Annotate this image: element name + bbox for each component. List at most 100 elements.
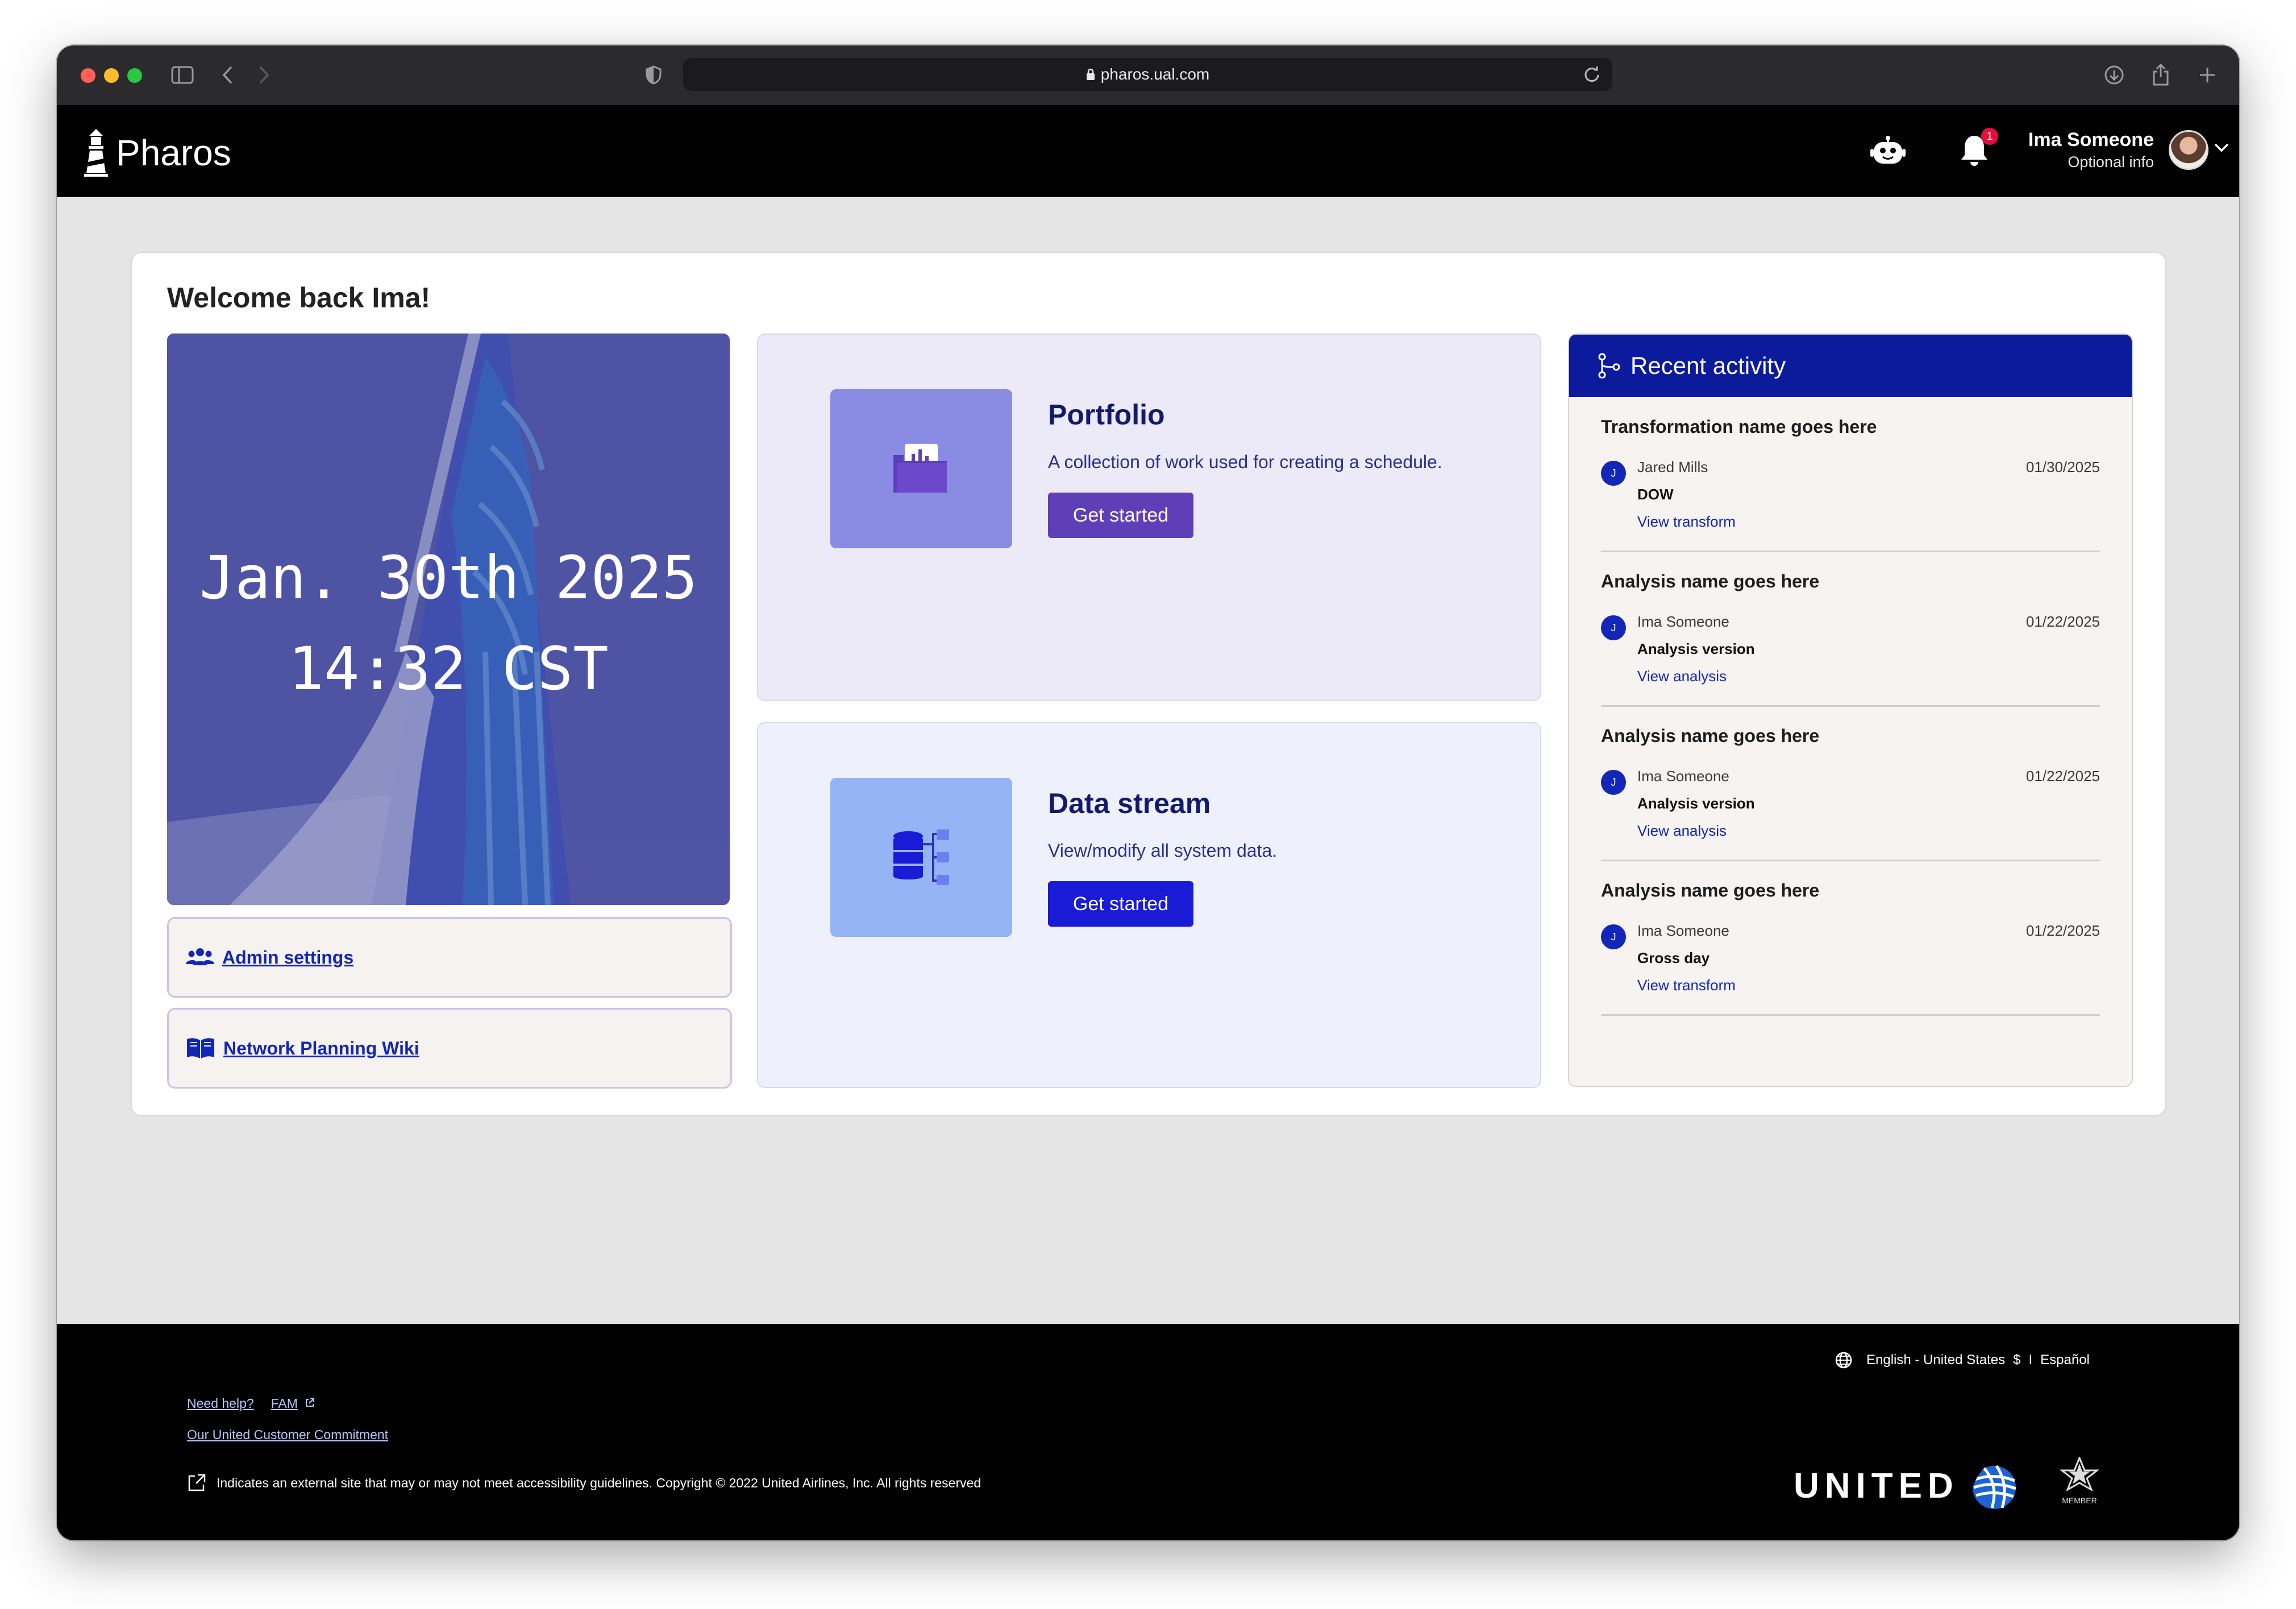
branch-flow-icon	[1598, 353, 1620, 378]
footer-links: Need help? FAM Our United Customer Commit…	[187, 1396, 405, 1443]
activity-item: Transformation name goes here J Jared Mi…	[1601, 397, 2100, 552]
folder-chart-icon	[893, 444, 947, 493]
hero-date-panel: Jan. 30th 2025 14:32 CST	[167, 334, 730, 905]
book-icon	[186, 1037, 215, 1060]
activity-date: 01/22/2025	[2025, 768, 2100, 785]
alt-language-link[interactable]: Español	[2040, 1352, 2090, 1368]
forward-icon[interactable]	[253, 61, 276, 89]
sidebar-toggle-icon[interactable]	[168, 61, 197, 89]
language-label: English - United States	[1866, 1352, 2006, 1368]
activity-date: 01/30/2025	[2025, 458, 2100, 476]
app-name: Pharos	[116, 132, 231, 173]
lighthouse-icon	[84, 129, 108, 177]
notification-badge: 1	[1981, 128, 1998, 145]
data-stream-description: View/modify all system data.	[1048, 840, 1278, 861]
data-stream-card: Data stream View/modify all system data.…	[757, 722, 1541, 1088]
address-bar[interactable]: pharos.ual.com	[683, 58, 1612, 91]
language-separator: I	[2028, 1352, 2033, 1368]
portfolio-card: Portfolio A collection of work used for …	[757, 334, 1541, 701]
assistant-bot-icon[interactable]	[1868, 131, 1908, 171]
pharos-logo[interactable]: Pharos	[83, 129, 231, 177]
globe-icon	[1835, 1352, 1852, 1369]
hero-datetime: Jan. 30th 2025 14:32 CST	[167, 532, 730, 714]
need-help-link[interactable]: Need help?	[187, 1396, 254, 1411]
recent-activity-panel: Recent activity Transformation name goes…	[1568, 334, 2133, 1087]
url-text: pharos.ual.com	[1100, 65, 1210, 83]
user-name: Ima Someone	[2028, 129, 2154, 151]
recent-activity-header: Recent activity	[1569, 335, 2132, 397]
database-stream-icon	[893, 829, 949, 885]
hero-time-text: 14:32 CST	[288, 634, 609, 703]
activity-user: Ima Someone	[1637, 768, 1729, 785]
network-wiki-card[interactable]: Network Planning Wiki	[167, 1008, 732, 1089]
portfolio-thumbnail	[830, 389, 1012, 548]
activity-user: Ima Someone	[1637, 613, 1729, 630]
portfolio-get-started-button[interactable]: Get started	[1048, 493, 1193, 538]
language-selector[interactable]: English - United States $ I Español	[1835, 1351, 2090, 1369]
portfolio-title: Portfolio	[1048, 399, 1165, 431]
activity-detail: DOW	[1637, 486, 1674, 503]
notifications-bell-icon[interactable]: 1	[1956, 128, 1998, 171]
activity-item: Analysis name goes here J Ima Someone 01…	[1601, 552, 2100, 707]
hero-date-text: Jan. 30th 2025	[199, 543, 698, 612]
admin-settings-card[interactable]: Admin settings	[167, 917, 732, 998]
activity-item: Analysis name goes here J Ima Someone 01…	[1601, 861, 2100, 1016]
star-alliance-member-label: MEMBER	[2062, 1496, 2097, 1505]
admin-settings-link[interactable]: Admin settings	[222, 947, 353, 968]
avatar: J	[1601, 924, 1626, 949]
dashboard-card: Welcome back Ima! Jan. 30th 2025 14:32 C…	[131, 252, 2166, 1116]
activity-detail: Gross day	[1637, 949, 1710, 966]
app-header: Pharos 1 Ima Someone Optional info	[57, 105, 2239, 197]
close-window-button[interactable]	[81, 68, 95, 83]
chevron-down-icon[interactable]	[2214, 143, 2230, 153]
activity-date: 01/22/2025	[2025, 922, 2100, 939]
recent-activity-title: Recent activity	[1631, 352, 1786, 379]
united-logo: UNITED	[1794, 1462, 2017, 1509]
share-icon[interactable]	[2148, 61, 2173, 89]
united-globe-icon	[1966, 1462, 2016, 1509]
copyright-notice: Indicates an external site that may or m…	[187, 1473, 981, 1493]
avatar[interactable]	[2169, 130, 2208, 170]
activity-user: Ima Someone	[1637, 922, 1729, 939]
activity-item-title: Analysis name goes here	[1601, 726, 1820, 746]
data-stream-thumbnail	[830, 778, 1012, 937]
footer: English - United States $ I Español Need…	[57, 1324, 2239, 1540]
zoom-window-button[interactable]	[127, 68, 142, 83]
fam-link[interactable]: FAM	[271, 1396, 298, 1411]
avatar: J	[1601, 461, 1626, 486]
copyright-text: Indicates an external site that may or m…	[217, 1475, 981, 1490]
view-analysis-link[interactable]: View analysis	[1637, 822, 1727, 840]
minimize-window-button[interactable]	[104, 68, 119, 83]
data-stream-title: Data stream	[1048, 787, 1211, 819]
data-stream-get-started-button[interactable]: Get started	[1048, 881, 1193, 927]
customer-commitment-link[interactable]: Our United Customer Commitment	[187, 1427, 388, 1442]
activity-item-title: Transformation name goes here	[1601, 416, 1877, 437]
downloads-icon[interactable]	[2102, 61, 2127, 89]
activity-detail: Analysis version	[1637, 640, 1755, 657]
browser-window: pharos.ual.com Pharos 1 Ima Someone Opti…	[57, 45, 2239, 1540]
view-transform-link[interactable]: View transform	[1637, 977, 1736, 994]
currency-label: $	[2013, 1352, 2021, 1368]
browser-toolbar: pharos.ual.com	[57, 45, 2239, 105]
avatar: J	[1601, 770, 1626, 795]
tab-overview-icon-visual[interactable]	[2197, 61, 2219, 89]
back-icon[interactable]	[216, 61, 239, 89]
activity-detail: Analysis version	[1637, 795, 1755, 812]
network-wiki-link[interactable]: Network Planning Wiki	[223, 1038, 419, 1059]
lock-icon	[1086, 68, 1095, 80]
avatar: J	[1601, 615, 1626, 640]
star-alliance-logo: MEMBER	[2059, 1456, 2100, 1505]
view-transform-link[interactable]: View transform	[1637, 513, 1736, 531]
external-link-icon	[306, 1398, 315, 1407]
portfolio-description: A collection of work used for creating a…	[1048, 452, 1442, 472]
activity-date: 01/22/2025	[2025, 613, 2100, 630]
privacy-shield-icon[interactable]	[642, 61, 665, 89]
user-subtitle: Optional info	[2068, 153, 2154, 170]
external-link-icon	[188, 1474, 206, 1491]
users-group-icon	[186, 947, 214, 968]
view-analysis-link[interactable]: View analysis	[1637, 668, 1727, 685]
activity-user: Jared Mills	[1637, 458, 1708, 476]
reload-icon[interactable]	[1582, 64, 1602, 84]
page-title: Welcome back Ima!	[167, 282, 431, 314]
user-menu[interactable]: Ima Someone Optional info	[2028, 129, 2154, 171]
